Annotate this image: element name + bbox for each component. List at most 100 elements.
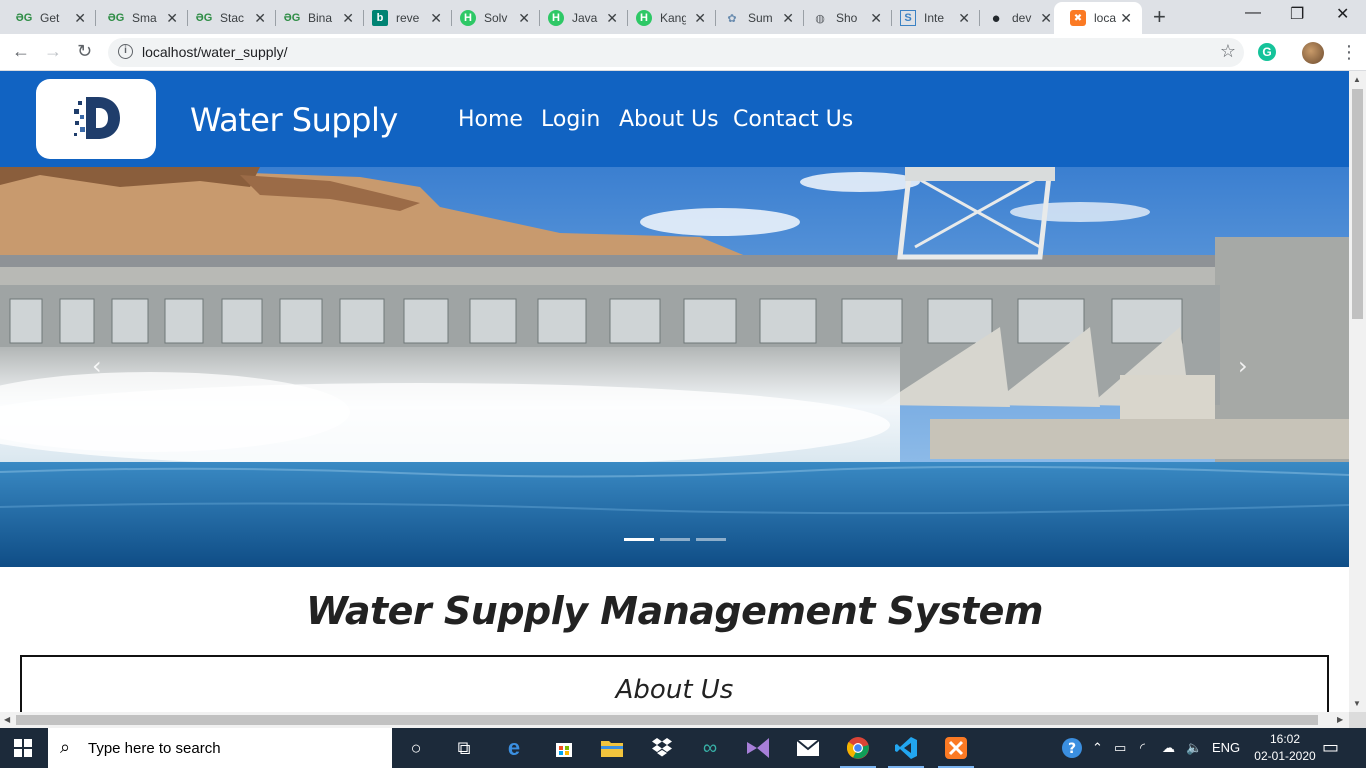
close-tab-icon[interactable]: ✕ [782, 10, 794, 26]
close-tab-icon[interactable]: ✕ [694, 10, 706, 26]
restore-icon[interactable]: ❐ [1290, 4, 1304, 24]
nav-about-us[interactable]: About Us [619, 107, 719, 132]
scroll-left-icon[interactable]: ◀ [4, 715, 10, 724]
notifications-icon[interactable]: ▭ [1322, 737, 1339, 758]
tab-title: Inte [924, 11, 945, 25]
carousel-indicator-1[interactable] [624, 538, 654, 541]
tree-icon: ✿ [727, 12, 737, 25]
page-viewport: Water Supply Home Login About Us Contact… [0, 71, 1349, 712]
tab-title: Solv [484, 11, 508, 25]
browser-tab[interactable]: ✿ Sum ✕ [708, 2, 804, 34]
site-brand[interactable]: Water Supply [190, 101, 398, 139]
browser-tab[interactable]: ƏG Bina ✕ [268, 2, 364, 34]
nav-home[interactable]: Home [458, 107, 523, 132]
nav-contact-us[interactable]: Contact Us [733, 107, 853, 132]
carousel-indicator-3[interactable] [696, 538, 726, 541]
clock-date: 02-01-2020 [1254, 749, 1316, 763]
scrollbar-corner [1349, 712, 1366, 728]
browser-tab-active[interactable]: ✖ loca ✕ [1054, 2, 1142, 34]
scroll-right-icon[interactable]: ▶ [1337, 715, 1343, 724]
windows-start-icon[interactable] [14, 739, 32, 762]
close-tab-icon[interactable]: ✕ [518, 10, 530, 26]
tab-title: Sma [132, 11, 157, 25]
tab-title: Sho [836, 11, 858, 25]
address-bar[interactable]: i localhost/water_supply/ ☆ [108, 38, 1244, 67]
cortana-icon[interactable]: ○ [404, 736, 428, 760]
vertical-scrollbar[interactable]: ▲ ▼ [1349, 71, 1366, 712]
system-clock[interactable]: 16:02 02-01-2020 [1252, 731, 1318, 765]
mail-icon[interactable] [796, 736, 820, 760]
taskbar-search-box[interactable]: ⌕ Type here to search [48, 728, 392, 768]
task-view-icon[interactable]: ⧉ [452, 736, 476, 760]
tab-title: dev [1012, 11, 1032, 25]
back-icon[interactable]: ← [12, 41, 30, 61]
minimize-icon[interactable]: — [1245, 4, 1261, 22]
browser-tab[interactable]: ƏG Sma ✕ [92, 2, 188, 34]
hackerrank-icon: H [548, 10, 564, 26]
browser-tab[interactable]: b reve ✕ [356, 2, 452, 34]
close-tab-icon[interactable]: ✕ [1040, 10, 1052, 26]
close-tab-icon[interactable]: ✕ [254, 10, 266, 26]
close-tab-icon[interactable]: ✕ [74, 10, 86, 26]
windows-taskbar: ⌕ Type here to search ○ ⧉ e ∞ ? ⌃ ▭ ◜ ☁ … [0, 728, 1366, 768]
carousel-indicator-2[interactable] [660, 538, 690, 541]
horizontal-scrollbar[interactable]: ◀ ▶ [0, 712, 1349, 728]
horizontal-scroll-thumb[interactable] [16, 715, 1318, 725]
chrome-icon[interactable] [840, 736, 876, 768]
dropbox-icon[interactable] [650, 736, 674, 760]
close-tab-icon[interactable]: ✕ [958, 10, 970, 26]
file-explorer-icon[interactable] [600, 736, 624, 760]
xampp-taskbar-icon[interactable] [938, 736, 974, 768]
browser-tab[interactable]: ● dev ✕ [972, 2, 1062, 34]
close-tab-icon[interactable]: ✕ [870, 10, 882, 26]
browser-tab[interactable]: H Solv ✕ [444, 2, 540, 34]
help-icon[interactable]: ? [1060, 736, 1084, 760]
language-indicator[interactable]: ENG [1212, 740, 1240, 755]
visual-studio-icon[interactable] [746, 736, 770, 760]
browser-menu-icon[interactable]: ⋮ [1340, 40, 1358, 64]
close-tab-icon[interactable]: ✕ [342, 10, 354, 26]
close-window-icon[interactable]: ✕ [1336, 4, 1349, 24]
reload-icon[interactable]: ↻ [77, 41, 92, 61]
site-info-icon[interactable]: i [118, 44, 133, 59]
close-tab-icon[interactable]: ✕ [430, 10, 442, 26]
browser-tab[interactable]: S Inte ✕ [884, 2, 980, 34]
gfg-icon: ƏG [15, 12, 33, 24]
close-tab-icon[interactable]: ✕ [166, 10, 178, 26]
close-tab-icon[interactable]: ✕ [606, 10, 618, 26]
scroll-up-icon[interactable]: ▲ [1353, 75, 1361, 84]
tab-title: Sum [748, 11, 773, 25]
close-tab-icon[interactable]: ✕ [1120, 10, 1132, 26]
site-logo[interactable] [36, 79, 156, 159]
edge-icon[interactable]: e [502, 735, 526, 760]
vertical-scroll-thumb[interactable] [1352, 89, 1363, 319]
browser-tab[interactable]: ƏG Stac ✕ [180, 2, 276, 34]
tab-title: Java [572, 11, 598, 25]
carousel-next-icon[interactable]: › [1238, 352, 1248, 380]
arduino-icon[interactable]: ∞ [698, 736, 722, 760]
grammarly-extension-icon[interactable]: G [1258, 43, 1276, 61]
nav-login[interactable]: Login [541, 107, 600, 132]
tab-strip: ƏG Get ✕ ƏG Sma ✕ ƏG Stac ✕ ƏG Bina ✕ b … [0, 0, 1366, 34]
bookmark-star-icon[interactable]: ☆ [1220, 41, 1236, 62]
hero-carousel: ‹ › [0, 167, 1349, 567]
browser-tab[interactable]: H Java ✕ [532, 2, 628, 34]
volume-icon[interactable]: 🔈 [1186, 740, 1202, 756]
profile-avatar[interactable] [1302, 42, 1324, 64]
browser-tab[interactable]: H Kang ✕ [620, 2, 716, 34]
browser-toolbar: ← → ↻ i localhost/water_supply/ ☆ [0, 34, 1366, 71]
gfg-icon: ƏG [195, 12, 213, 24]
browser-tab[interactable]: ◍ Sho ✕ [796, 2, 892, 34]
wifi-icon[interactable]: ◜ [1140, 740, 1145, 756]
onedrive-icon[interactable]: ☁ [1162, 740, 1175, 756]
store-icon[interactable] [552, 736, 576, 760]
forward-icon[interactable]: → [44, 41, 62, 61]
url-text[interactable]: localhost/water_supply/ [142, 44, 288, 60]
vscode-icon[interactable] [888, 736, 924, 768]
browser-tab[interactable]: ƏG Get ✕ [0, 2, 96, 34]
new-tab-icon[interactable]: + [1153, 6, 1166, 28]
scroll-down-icon[interactable]: ▼ [1353, 699, 1361, 708]
battery-icon[interactable]: ▭ [1114, 740, 1126, 756]
carousel-prev-icon[interactable]: ‹ [92, 352, 102, 380]
show-hidden-icons-icon[interactable]: ⌃ [1092, 740, 1103, 756]
